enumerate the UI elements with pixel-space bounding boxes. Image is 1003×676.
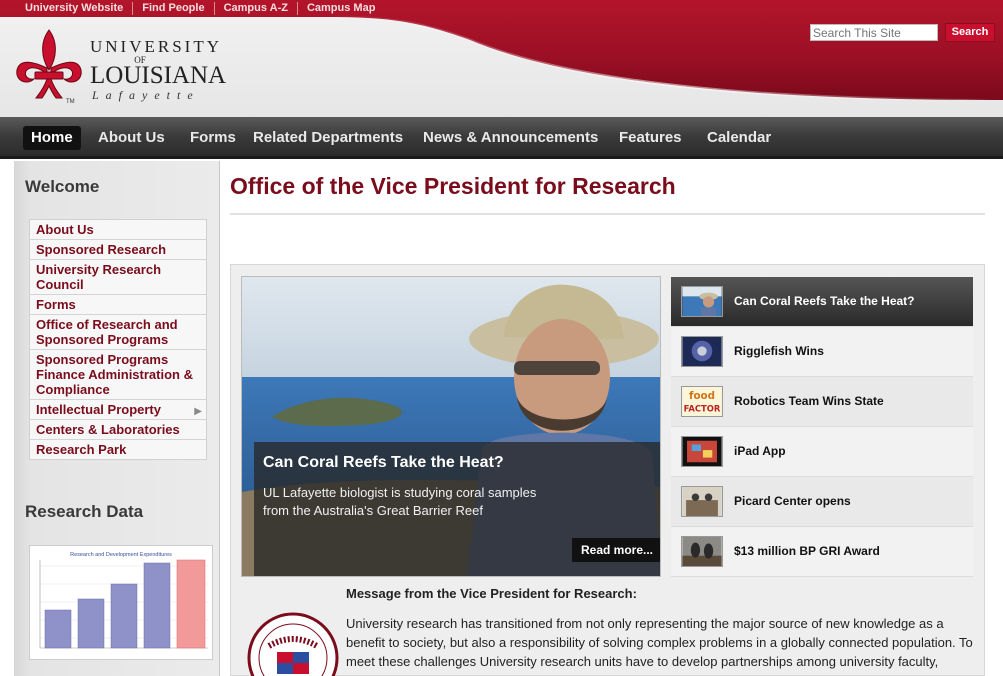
nav-news-announcements[interactable]: News & Announcements <box>415 126 606 150</box>
university-wordmark[interactable]: UNIVERSITY OF LOUISIANA Lafayette <box>90 38 230 103</box>
story-item-ipad-app[interactable]: iPad App <box>671 427 973 477</box>
read-more-button[interactable]: Read more... <box>572 538 660 562</box>
university-seal-icon <box>247 612 339 676</box>
page-title: Office of the Vice President for Researc… <box>230 173 676 199</box>
wordmark-louisiana: LOUISIANA <box>90 62 227 89</box>
wordmark-university: UNIVERSITY <box>90 37 222 56</box>
story-label: iPad App <box>734 444 786 458</box>
nav-features[interactable]: Features <box>611 126 690 150</box>
title-divider <box>230 213 985 215</box>
sidebar-item-label: Intellectual Property <box>36 402 161 417</box>
sidebar-research-data-heading: Research Data <box>25 502 144 521</box>
sidebar-item-label: Sponsored Research <box>36 242 167 257</box>
sidebar-item-label: About Us <box>36 222 94 237</box>
food-factor-thumb-icon: food FACTOR <box>681 386 723 417</box>
message-heading: Message from the Vice President for Rese… <box>346 586 637 601</box>
svg-text:food: food <box>689 390 715 402</box>
nav-calendar[interactable]: Calendar <box>699 126 779 150</box>
sidebar-item-office-of-research[interactable]: Office of Research and Sponsored Program… <box>30 315 206 350</box>
sidebar-item-sponsored-programs-finance[interactable]: Sponsored Programs Finance Administratio… <box>30 350 206 400</box>
search-input[interactable] <box>810 24 938 41</box>
ipad-thumb-icon <box>681 436 723 467</box>
research-expenditures-chart[interactable]: Research and Development Expenditures <box>29 545 213 660</box>
sidebar-menu: About Us Sponsored Research University R… <box>29 219 207 460</box>
sidebar-item-label: Office of Research and Sponsored Program… <box>36 317 178 347</box>
sidebar-item-sponsored-research[interactable]: Sponsored Research <box>30 240 206 260</box>
sidebar-item-forms[interactable]: Forms <box>30 295 206 315</box>
coral-researcher-thumb-icon <box>681 286 723 317</box>
nav-related-departments[interactable]: Related Departments <box>245 126 411 150</box>
story-item-picard-center[interactable]: Picard Center opens <box>671 477 973 527</box>
utility-link-find-people[interactable]: Find People <box>132 2 213 15</box>
hero-title[interactable]: Can Coral Reefs Take the Heat? <box>263 454 504 472</box>
story-label: Robotics Team Wins State <box>734 394 884 408</box>
sidebar-item-label: Forms <box>36 297 76 312</box>
sidebar-welcome-heading: Welcome <box>25 177 100 196</box>
hero-caption: Can Coral Reefs Take the Heat? UL Lafaye… <box>254 442 660 576</box>
story-label: Picard Center opens <box>734 494 851 508</box>
sidebar-item-about-us[interactable]: About Us <box>30 220 206 240</box>
sidebar-item-university-research-council[interactable]: University Research Council <box>30 260 206 295</box>
research-chart-title: Research and Development Expenditures <box>70 552 172 558</box>
picard-center-thumb-icon <box>681 486 723 517</box>
svg-text:TM: TM <box>66 99 75 104</box>
utility-link-university-website[interactable]: University Website <box>16 2 132 15</box>
rigglefish-thumb-icon <box>681 336 723 367</box>
fleur-de-lis-logo-icon[interactable]: TM <box>14 28 84 104</box>
hero-description: UL Lafayette biologist is studying coral… <box>263 485 537 518</box>
story-item-robotics[interactable]: food FACTOR Robotics Team Wins State <box>671 377 973 427</box>
message-body: University research has transitioned fro… <box>346 616 973 669</box>
submenu-arrow-icon: ▶ <box>194 406 202 417</box>
story-label: $13 million BP GRI Award <box>734 544 880 558</box>
nav-home[interactable]: Home <box>23 126 81 150</box>
research-chart-image: Research and Development Expenditures <box>39 552 208 649</box>
story-item-coral-reefs[interactable]: Can Coral Reefs Take the Heat? <box>671 277 973 327</box>
utility-link-campus-a-z[interactable]: Campus A-Z <box>213 2 297 15</box>
sidebar: Welcome About Us Sponsored Research Univ… <box>14 161 220 676</box>
sidebar-item-label: Centers & Laboratories <box>36 422 180 437</box>
story-list: Can Coral Reefs Take the Heat? Rigglefis… <box>671 277 973 577</box>
story-item-rigglefish[interactable]: Rigglefish Wins <box>671 327 973 377</box>
sidebar-item-label: University Research Council <box>36 262 162 292</box>
utility-nav: University Website Find People Campus A-… <box>16 2 384 15</box>
sidebar-item-label: Research Park <box>36 442 127 457</box>
story-label: Can Coral Reefs Take the Heat? <box>734 294 915 308</box>
sidebar-item-research-park[interactable]: Research Park <box>30 440 206 459</box>
story-label: Rigglefish Wins <box>734 344 824 358</box>
sidebar-item-centers-laboratories[interactable]: Centers & Laboratories <box>30 420 206 440</box>
hero-slide[interactable]: Can Coral Reefs Take the Heat? UL Lafaye… <box>241 276 661 577</box>
main-nav: Home About Us Forms Related Departments … <box>0 117 1003 159</box>
nav-forms[interactable]: Forms <box>182 126 244 150</box>
sidebar-item-label: Sponsored Programs Finance Administratio… <box>36 352 193 397</box>
utility-link-campus-map[interactable]: Campus Map <box>296 2 384 15</box>
bp-award-thumb-icon <box>681 536 723 567</box>
site-header: University Website Find People Campus A-… <box>0 0 1003 117</box>
svg-text:FACTOR: FACTOR <box>684 403 721 413</box>
search-button[interactable]: Search <box>945 23 995 42</box>
story-item-bp-gri-award[interactable]: $13 million BP GRI Award <box>671 527 973 577</box>
sidebar-item-intellectual-property[interactable]: Intellectual Property ▶ <box>30 400 206 420</box>
nav-about-us[interactable]: About Us <box>90 126 173 150</box>
wordmark-lafayette: Lafayette <box>92 88 200 102</box>
